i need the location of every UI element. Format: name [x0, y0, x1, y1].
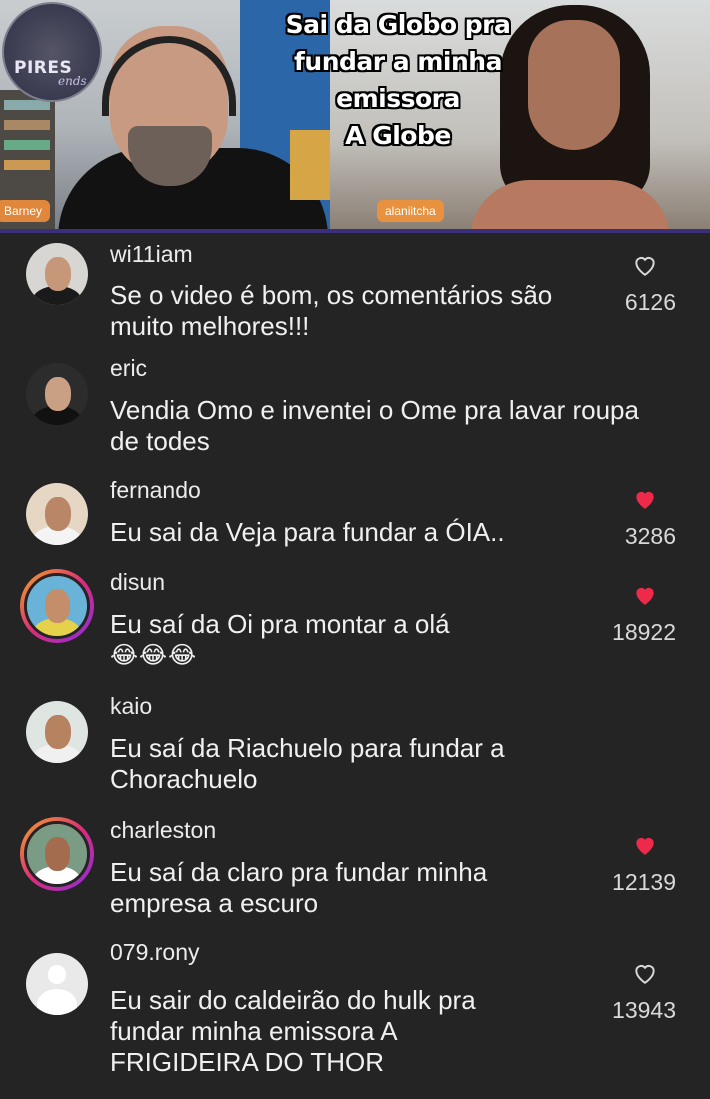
like-count: 18922 [612, 619, 676, 645]
comment-username[interactable]: charleston [110, 817, 216, 844]
default-avatar-icon[interactable] [26, 953, 88, 1015]
comment-username[interactable]: wi11iam [110, 241, 193, 268]
avatar[interactable] [26, 243, 88, 305]
video-separator [0, 229, 710, 233]
comment-emoji: 😂😂😂 [110, 642, 198, 669]
channel-logo-subtext: ends [58, 74, 87, 88]
avatar[interactable] [26, 483, 88, 545]
comment-text: Vendia Omo e inventei o Ome pra lavar ro… [110, 395, 639, 456]
comment-username[interactable]: fernando [110, 477, 201, 504]
host-right-tag: alaniitcha [377, 200, 444, 222]
comment-text: Eu saí da claro pra fundar minha empresa… [110, 857, 488, 918]
live-video-frame[interactable]: PIRES ends Barney alaniitcha Sai da Glob… [0, 0, 710, 230]
avatar-story-ring[interactable] [20, 569, 94, 643]
comment-username[interactable]: eric [110, 355, 147, 382]
caption-line: A Globe [345, 121, 451, 150]
like-count: 12139 [612, 869, 676, 895]
heart-outline-icon[interactable] [632, 961, 658, 985]
comment-text: Eu sair do caldeirão do hulk pra fundar … [110, 985, 476, 1077]
like-count: 3286 [624, 523, 676, 549]
avatar[interactable] [26, 363, 88, 425]
comment-text: Eu saí da Riachuelo para fundar a Chorac… [110, 733, 505, 794]
comment-username[interactable]: disun [110, 569, 165, 596]
comment-text: Se o video é bom, os comentários são mui… [110, 280, 553, 341]
heart-filled-icon[interactable] [632, 833, 658, 857]
comment-username[interactable]: kaio [110, 693, 152, 720]
heart-filled-icon[interactable] [632, 583, 658, 607]
like-count: 6126 [624, 289, 676, 315]
avatar-story-ring[interactable] [20, 817, 94, 891]
heart-filled-icon[interactable] [632, 487, 658, 511]
comment-text-line: Eu saí da Oi pra montar a olá [110, 609, 450, 639]
heart-outline-icon[interactable] [632, 253, 658, 277]
caption-line: Sai da Globo pra [285, 10, 511, 39]
avatar[interactable] [26, 701, 88, 763]
host-left-tag: Barney [0, 200, 51, 222]
caption-line: fundar a minha [294, 47, 502, 76]
caption-line: emissora [336, 84, 460, 113]
channel-logo [2, 2, 102, 102]
comment-text: Eu saí da Oi pra montar a olá 😂😂😂 [110, 609, 580, 671]
like-count: 13943 [612, 997, 676, 1023]
comment-text: Eu sai da Veja para fundar a ÓIA.. [110, 517, 505, 547]
comment-username[interactable]: 079.rony [110, 939, 200, 966]
caption-overlay: Sai da Globo pra fundar a minha emissora… [278, 6, 518, 154]
